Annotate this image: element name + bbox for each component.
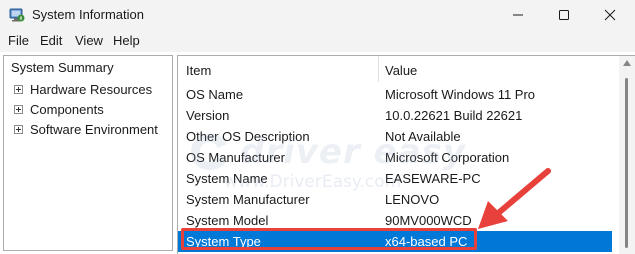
maximize-icon [559, 10, 569, 20]
menu-help[interactable]: Help [113, 33, 140, 48]
plus-expander-icon[interactable] [14, 105, 23, 114]
tree-item-system-summary[interactable]: System Summary [11, 60, 114, 75]
row-value: 90MV000WCD [385, 213, 472, 228]
menu-bar: File Edit View Help [0, 30, 635, 52]
row-item: System Type [186, 234, 261, 249]
tree-label: Software Environment [30, 122, 158, 137]
system-information-icon [9, 8, 25, 22]
table-row[interactable]: System Model 90MV000WCD [178, 210, 612, 231]
scrollbar-thumb[interactable] [625, 78, 628, 248]
close-button[interactable] [587, 0, 633, 30]
table-row[interactable]: OS Manufacturer Microsoft Corporation [178, 147, 612, 168]
table-row[interactable]: OS Name Microsoft Windows 11 Pro [178, 84, 612, 105]
row-value: 10.0.22621 Build 22621 [385, 108, 523, 123]
minimize-button[interactable] [495, 0, 541, 30]
table-row[interactable]: System Name EASEWARE-PC [178, 168, 612, 189]
row-value: EASEWARE-PC [385, 171, 481, 186]
row-value: Not Available [385, 129, 461, 144]
row-value: x64-based PC [385, 234, 468, 249]
scroll-up-arrow-icon[interactable] [623, 60, 631, 66]
row-item: OS Manufacturer [186, 150, 285, 165]
column-header-item[interactable]: Item [186, 63, 211, 78]
table-row[interactable]: Version 10.0.22621 Build 22621 [178, 105, 612, 126]
row-item: System Manufacturer [186, 192, 310, 207]
category-tree[interactable]: System Summary Hardware Resources Compon… [3, 55, 173, 251]
vertical-scrollbar[interactable] [619, 56, 635, 254]
details-list[interactable]: Item Value OS Name Microsoft Windows 11 … [177, 55, 635, 254]
table-row[interactable]: Other OS Description Not Available [178, 126, 612, 147]
minimize-icon [513, 14, 523, 16]
close-icon [604, 9, 616, 21]
table-row[interactable]: System Manufacturer LENOVO [178, 189, 612, 210]
menu-file[interactable]: File [8, 33, 29, 48]
tree-label: Components [30, 102, 104, 117]
window-title: System Information [32, 7, 144, 22]
row-item: OS Name [186, 87, 244, 102]
tree-label: Hardware Resources [30, 82, 153, 97]
row-item: Version [186, 108, 230, 123]
row-value: LENOVO [385, 192, 440, 207]
row-item: System Name [186, 171, 268, 186]
plus-expander-icon[interactable] [14, 85, 23, 94]
maximize-button[interactable] [541, 0, 587, 30]
title-bar[interactable]: System Information [0, 0, 635, 30]
column-header: Item Value [178, 56, 618, 82]
row-item: System Model [186, 213, 269, 228]
row-value: Microsoft Corporation [385, 150, 510, 165]
table-row-selected[interactable]: System Type x64-based PC [178, 231, 612, 252]
menu-edit[interactable]: Edit [40, 33, 62, 48]
plus-expander-icon[interactable] [14, 125, 23, 134]
menu-view[interactable]: View [75, 33, 103, 48]
row-item: Other OS Description [186, 129, 310, 144]
row-value: Microsoft Windows 11 Pro [385, 87, 536, 102]
column-divider[interactable] [378, 56, 379, 82]
column-header-value[interactable]: Value [385, 63, 417, 78]
